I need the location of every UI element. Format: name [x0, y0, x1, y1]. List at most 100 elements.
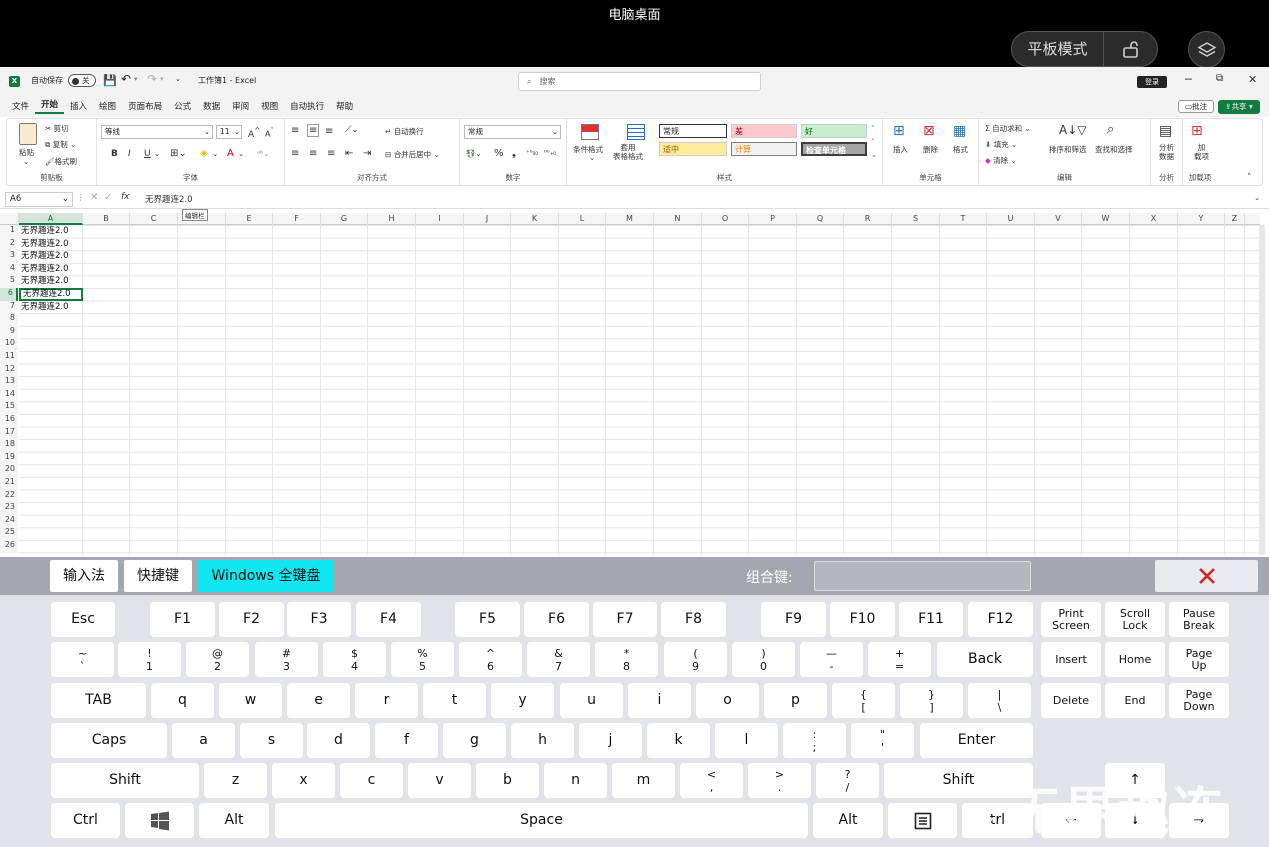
key-u[interactable]: u	[560, 683, 623, 718]
restore-icon[interactable]: ⧉	[1216, 73, 1223, 84]
key-f7[interactable]: F7	[593, 602, 657, 637]
key-num-2[interactable]: @2	[186, 642, 249, 677]
find-select-button[interactable]: 查找和选择	[1095, 144, 1133, 155]
key-s[interactable]: s	[240, 723, 303, 758]
key-v[interactable]: v	[408, 763, 471, 798]
cut-button[interactable]: ✂ 剪切	[45, 123, 69, 134]
key-ctrl-left[interactable]: Ctrl	[51, 803, 120, 838]
font-name-select[interactable]: 等线 ⌄	[101, 125, 213, 139]
cell-a1[interactable]: 无界趣连2.0	[19, 225, 83, 238]
column-header[interactable]: F	[273, 213, 321, 225]
paste-icon[interactable]	[19, 123, 37, 145]
row-header[interactable]: 9	[0, 325, 18, 339]
key-x[interactable]: x	[272, 763, 335, 798]
key-tab[interactable]: TAB	[51, 683, 146, 718]
collapse-ribbon-icon[interactable]: ˄	[1247, 173, 1252, 183]
menu-3[interactable]: 绘图	[93, 100, 122, 112]
underline-button[interactable]: U	[144, 149, 151, 159]
key-q[interactable]: q	[151, 683, 214, 718]
key-sym4-2[interactable]: ? /	[816, 763, 879, 798]
column-header[interactable]: R	[844, 213, 892, 225]
column-header[interactable]: U	[987, 213, 1035, 225]
sort-filter-button[interactable]: 排序和筛选	[1049, 144, 1087, 155]
menu-1[interactable]: 开始	[35, 98, 65, 114]
insert-function-icon[interactable]: fx	[121, 192, 130, 202]
key-menu[interactable]	[888, 803, 957, 838]
redo-icon[interactable]: ↷	[147, 72, 157, 86]
comma-icon[interactable]: ❟	[512, 148, 516, 159]
key-sym3-1[interactable]: " '	[851, 723, 914, 758]
key-f5[interactable]: F5	[455, 602, 520, 637]
fill-button[interactable]: ⬇ 填充 ⌄	[985, 139, 1017, 150]
align-bottom-icon[interactable]: ≡	[325, 126, 333, 137]
unlock-icon[interactable]	[1104, 39, 1157, 59]
key-n[interactable]: n	[544, 763, 607, 798]
key-t[interactable]: t	[423, 683, 486, 718]
style-good[interactable]: 好	[801, 124, 867, 138]
key-f1[interactable]: F1	[150, 602, 215, 637]
key-nav1-1[interactable]: Home	[1105, 642, 1165, 677]
border-icon[interactable]: ⊞⌄	[170, 148, 187, 159]
column-header[interactable]: P	[749, 213, 797, 225]
key-num-10[interactable]: ) 0	[732, 642, 795, 677]
menu-2[interactable]: 插入	[64, 100, 93, 112]
fill-color-icon[interactable]: ◈	[200, 148, 208, 159]
column-header[interactable]: H	[368, 213, 416, 225]
ime-tab[interactable]: 输入法	[50, 560, 118, 592]
key-m[interactable]: m	[612, 763, 675, 798]
align-top-icon[interactable]: ≡	[291, 125, 299, 136]
row-header[interactable]: 12	[0, 363, 18, 377]
row-header[interactable]: 1	[0, 225, 18, 238]
row-header[interactable]: 13	[0, 376, 18, 389]
key-y[interactable]: y	[491, 683, 554, 718]
shortcut-tab[interactable]: 快捷键	[124, 560, 192, 592]
column-header[interactable]: B	[83, 213, 130, 225]
conditional-format-icon[interactable]	[581, 124, 599, 140]
analyze-data-icon[interactable]: ▤	[1159, 123, 1172, 139]
key-sym2-2[interactable]: | \	[968, 683, 1031, 718]
column-header[interactable]: S	[892, 213, 940, 225]
italic-button[interactable]: I	[128, 149, 131, 159]
format-painter-button[interactable]: 🖌格式刷	[45, 156, 77, 167]
key-z[interactable]: z	[204, 763, 267, 798]
row-header[interactable]: 7	[0, 300, 18, 314]
key-ctrl-right[interactable]: trl	[962, 803, 1033, 838]
spreadsheet-grid[interactable]: ABCDEFGHIJKLMNOPQRSTUVWXYZ 1234567891011…	[0, 213, 1269, 557]
key-c[interactable]: c	[340, 763, 403, 798]
number-format-select[interactable]: 常规 ⌄	[464, 125, 561, 139]
font-color-icon[interactable]: A	[227, 148, 234, 159]
autosum-button[interactable]: Σ 自动求和 ⌄	[985, 123, 1031, 134]
increase-font-icon[interactable]: A^	[248, 126, 260, 140]
row-header[interactable]: 11	[0, 351, 18, 364]
column-header[interactable]: K	[511, 213, 559, 225]
key-f12[interactable]: F12	[968, 602, 1033, 637]
combo-key-field[interactable]	[814, 561, 1031, 591]
decrease-font-icon[interactable]: Aˇ	[265, 127, 274, 139]
style-bad[interactable]: 差	[731, 124, 797, 138]
tablet-mode-toggle[interactable]: 平板模式	[1011, 31, 1158, 67]
format-cells-button[interactable]: 格式	[953, 144, 968, 155]
column-header[interactable]: V	[1035, 213, 1082, 225]
autosave-toggle[interactable]: 关	[68, 74, 96, 87]
insert-cells-icon[interactable]: ⊞	[893, 123, 905, 139]
row-header[interactable]: 8	[0, 313, 18, 326]
align-left-icon[interactable]: ≡	[291, 148, 299, 159]
row-header[interactable]: 6	[0, 288, 18, 301]
row-header[interactable]: 2	[0, 237, 18, 251]
row-header[interactable]: 23	[0, 502, 18, 515]
key-shift-right[interactable]: Shift	[884, 763, 1033, 798]
clear-button[interactable]: ◆ 清除 ⌄	[985, 155, 1017, 166]
key-arrow-up[interactable]: ↑	[1105, 763, 1165, 798]
merge-center-button[interactable]: ⊟ 合并后居中 ⌄	[385, 149, 440, 160]
column-header[interactable]: T	[940, 213, 987, 225]
key-backspace[interactable]: Back	[937, 642, 1033, 677]
align-center-icon[interactable]: ≡	[309, 148, 317, 159]
table-format-icon[interactable]	[627, 124, 645, 140]
key-a[interactable]: a	[172, 723, 235, 758]
key-k[interactable]: k	[647, 723, 710, 758]
key-num-4[interactable]: $4	[323, 642, 386, 677]
column-header[interactable]: C	[130, 213, 178, 225]
key-enter[interactable]: Enter	[920, 723, 1033, 758]
layers-button[interactable]	[1188, 31, 1225, 68]
row-header[interactable]: 16	[0, 414, 18, 427]
